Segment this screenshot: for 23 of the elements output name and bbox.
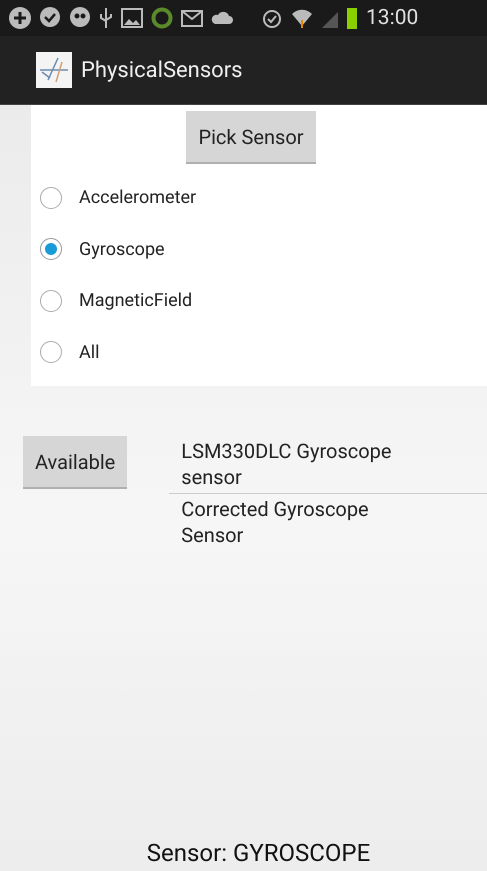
plus-icon: [8, 6, 32, 30]
available-button[interactable]: Available: [23, 436, 128, 489]
radio-button[interactable]: [40, 341, 62, 364]
app-title: PhysicalSensors: [81, 58, 243, 82]
radio-button[interactable]: [40, 186, 62, 209]
usb-icon: [98, 6, 114, 30]
radio-button[interactable]: [40, 238, 62, 260]
sensor-list-item[interactable]: LSM330DLC Gyroscope sensor: [169, 436, 487, 494]
quote-bubble-icon: [68, 6, 92, 30]
pick-sensor-button[interactable]: Pick Sensor: [186, 111, 316, 164]
ring-icon: [150, 6, 174, 30]
battery-icon: [346, 6, 358, 30]
sensor-list-item[interactable]: Corrected Gyroscope Sensor: [169, 494, 487, 552]
radio-button[interactable]: [40, 290, 62, 312]
image-icon: [120, 6, 144, 30]
sensor-status-text: Sensor: GYROSCOPE: [146, 839, 372, 867]
app-icon: [36, 52, 72, 88]
radio-label: Accelerometer: [79, 187, 196, 208]
chat-check-icon: [38, 6, 62, 30]
radio-label: All: [79, 342, 100, 363]
radio-label: Gyroscope: [79, 238, 165, 260]
status-time: 13:00: [366, 6, 418, 30]
radio-label: MagneticField: [79, 290, 192, 312]
